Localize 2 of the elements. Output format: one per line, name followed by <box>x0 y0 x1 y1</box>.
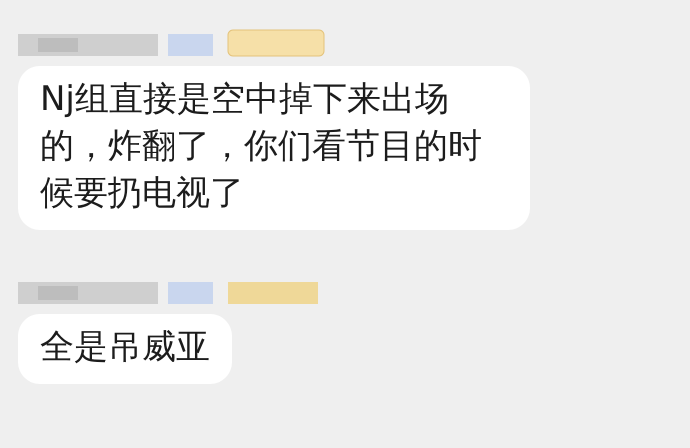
message-bubble: 全是吊威亚 <box>18 314 232 384</box>
message-bubble: Nj组直接是空中掉下来出场的，炸翻了，你们看节目的时候要扔电视了 <box>18 66 530 230</box>
